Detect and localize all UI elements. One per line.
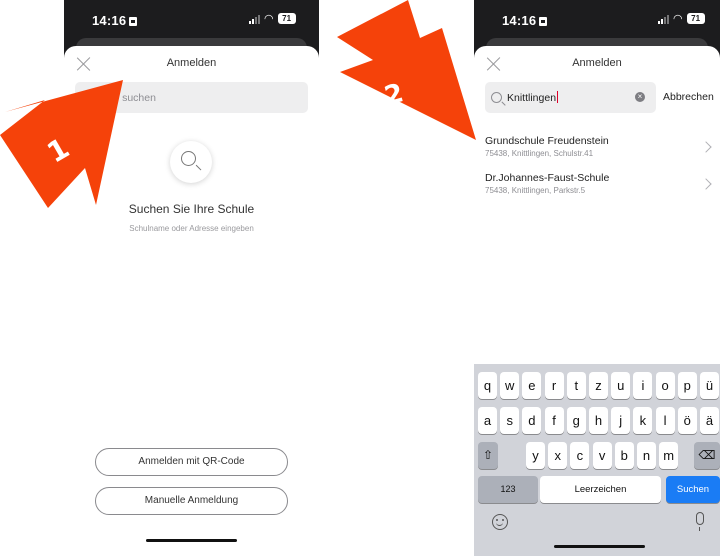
tutorial-composite: 14:16 ◠ 71 Anmelden le suchen Suchen Sie… [0,0,720,556]
arrow-2-shape [337,0,476,140]
annotation-overlay: 1 2 [0,0,476,208]
